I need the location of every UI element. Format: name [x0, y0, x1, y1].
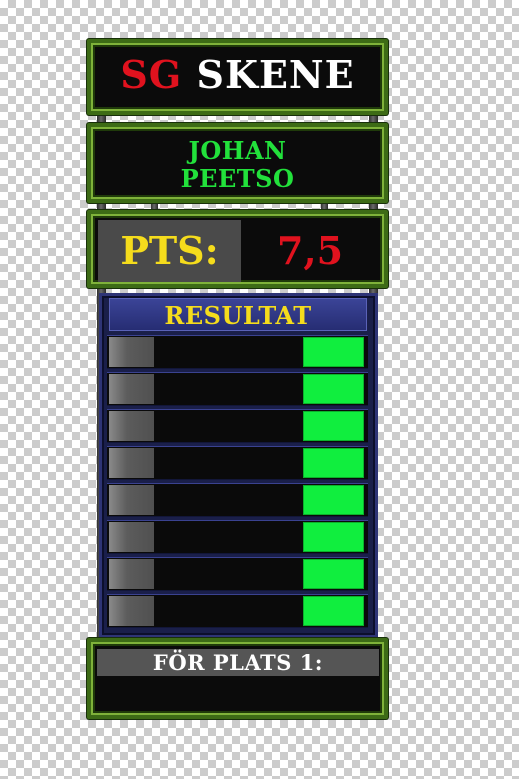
- result-row: [107, 594, 368, 628]
- result-row-rank-cell: [109, 485, 154, 515]
- result-row-score-cell: [303, 448, 364, 478]
- player-name-panel: JOHAN PEETSO: [87, 123, 388, 203]
- result-row-score-cell: [303, 522, 364, 552]
- result-row: [107, 557, 368, 591]
- result-row-score-cell: [303, 374, 364, 404]
- player-first-name: JOHAN: [188, 136, 287, 165]
- logo-panel: SG SKENE: [87, 39, 388, 115]
- result-row-name-cell: [156, 522, 301, 552]
- result-row-name-cell: [156, 485, 301, 515]
- result-row: [107, 520, 368, 554]
- first-place-panel: FÖR PLATS 1:: [87, 638, 388, 719]
- points-panel: PTS: 7,5: [87, 210, 388, 288]
- result-row: [107, 446, 368, 480]
- result-row-score-cell: [303, 559, 364, 589]
- result-row-score-cell: [303, 596, 364, 626]
- result-row-rank-cell: [109, 596, 154, 626]
- first-place-value: [97, 678, 379, 710]
- result-row-name-cell: [156, 559, 301, 589]
- player-last-name: PEETSO: [180, 164, 295, 193]
- result-row: [107, 372, 368, 406]
- result-row-name-cell: [156, 448, 301, 478]
- result-row: [107, 483, 368, 517]
- result-row-rank-cell: [109, 337, 154, 367]
- logo-part-skene: SKENE: [196, 52, 355, 97]
- results-title: RESULTAT: [109, 298, 367, 331]
- result-row-score-cell: [303, 337, 364, 367]
- logo-part-sg: SG: [120, 52, 183, 97]
- result-row-name-cell: [156, 411, 301, 441]
- points-label: PTS:: [120, 228, 219, 273]
- result-row-score-cell: [303, 485, 364, 515]
- result-row-name-cell: [156, 374, 301, 404]
- result-row-score-cell: [303, 411, 364, 441]
- result-row-rank-cell: [109, 448, 154, 478]
- result-row: [107, 409, 368, 443]
- result-row-rank-cell: [109, 374, 154, 404]
- result-row-rank-cell: [109, 522, 154, 552]
- club-logo: SG SKENE: [91, 53, 384, 97]
- points-value: 7,5: [276, 228, 344, 273]
- result-row-name-cell: [156, 337, 301, 367]
- result-row-name-cell: [156, 596, 301, 626]
- result-row: [107, 335, 368, 369]
- result-row-rank-cell: [109, 559, 154, 589]
- first-place-label: FÖR PLATS 1:: [152, 650, 324, 675]
- result-row-rank-cell: [109, 411, 154, 441]
